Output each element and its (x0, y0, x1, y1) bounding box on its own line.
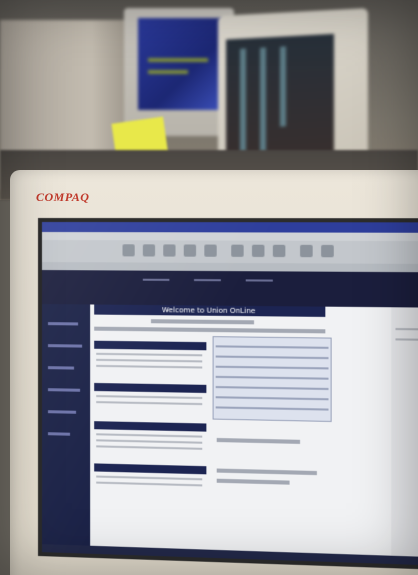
mail-icon[interactable] (300, 244, 313, 258)
monitor-brand-logo: COMPAQ (36, 190, 90, 204)
refresh-icon[interactable] (183, 244, 197, 257)
page-header (41, 270, 418, 308)
page-right-column (391, 307, 418, 568)
print-icon[interactable] (321, 244, 334, 258)
left-nav-link[interactable] (47, 432, 71, 436)
left-nav-link[interactable] (47, 366, 75, 370)
content-row (216, 437, 301, 444)
screen-column (280, 46, 286, 127)
right-column-text (395, 338, 418, 341)
panel-text (96, 358, 203, 363)
left-nav-link[interactable] (47, 388, 81, 392)
table-row (215, 396, 329, 401)
header-nav-item[interactable] (245, 279, 273, 296)
header-nav-item[interactable] (194, 279, 221, 296)
content-row (150, 319, 255, 325)
data-table (212, 336, 332, 422)
table-row (215, 355, 329, 360)
back-icon[interactable] (122, 244, 135, 257)
left-nav-link[interactable] (47, 322, 79, 326)
panel-text (96, 445, 203, 450)
table-row (215, 345, 329, 349)
panel-text (96, 475, 203, 481)
screen-stripe (148, 70, 188, 74)
left-nav-link[interactable] (47, 344, 83, 348)
screen-column (240, 48, 246, 159)
panel-text (96, 481, 203, 487)
page-content: Welcome to Union OnLine (90, 304, 392, 567)
browser-toolbar (41, 240, 418, 265)
forward-icon[interactable] (142, 244, 156, 257)
screen-stripe (148, 58, 208, 62)
panel-header (94, 463, 207, 475)
panel-header (94, 340, 207, 351)
panel-header (94, 421, 207, 432)
history-icon[interactable] (272, 244, 286, 258)
main-monitor: COMPAQ Welcome to Union OnLine (10, 170, 418, 575)
content-row (216, 478, 290, 485)
panel-text (96, 364, 203, 369)
table-row (215, 365, 329, 370)
home-icon[interactable] (204, 244, 217, 257)
search-icon[interactable] (231, 244, 244, 257)
left-nav-link[interactable] (47, 410, 77, 414)
panel-text (96, 395, 203, 400)
stop-icon[interactable] (163, 244, 176, 257)
screen-column (260, 47, 266, 158)
table-row (215, 386, 329, 391)
favorites-icon[interactable] (251, 244, 265, 257)
table-row (215, 406, 329, 411)
panel-text (96, 433, 203, 438)
right-column-text (395, 328, 418, 331)
photo-scene: COMPAQ Welcome to Union OnLine (0, 0, 418, 575)
table-row (215, 375, 329, 380)
background-monitor-screen (138, 18, 222, 110)
welcome-banner: Welcome to Union OnLine (94, 304, 326, 317)
panel-text (96, 401, 203, 406)
panel-text (96, 439, 203, 444)
panel-header (94, 382, 207, 393)
panel-text (96, 352, 203, 357)
content-row (216, 468, 317, 476)
page-left-nav (41, 304, 91, 556)
header-nav-item[interactable] (142, 278, 170, 296)
content-row (94, 326, 326, 334)
monitor-screen: Welcome to Union OnLine (38, 218, 418, 571)
